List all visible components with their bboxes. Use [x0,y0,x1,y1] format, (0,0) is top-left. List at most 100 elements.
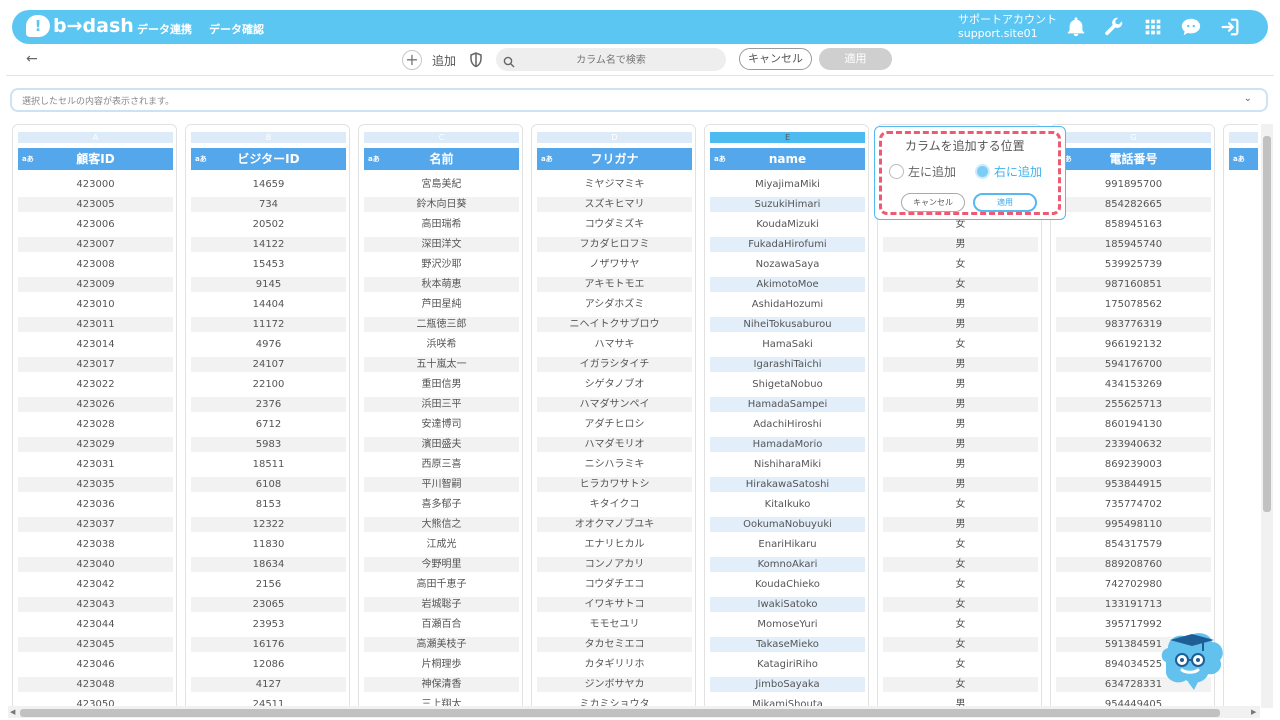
table-cell[interactable]: 男 [883,477,1038,492]
table-cell[interactable]: コウダミズキ [537,217,692,232]
table-cell[interactable]: 16176 [191,637,346,652]
table-cell[interactable]: 江成光 [364,537,519,552]
table-cell[interactable]: ノザワサヤ [537,257,692,272]
table-cell[interactable]: 175078562 [1056,297,1211,312]
mascot-helper-icon[interactable] [1158,626,1228,692]
table-cell[interactable]: 423040 [18,557,173,572]
table-cell[interactable]: タカセミエコ [537,637,692,652]
column-search-box[interactable] [496,48,726,72]
table-cell[interactable]: コンノアカリ [537,557,692,572]
table-cell[interactable]: カタギリリホ [537,657,692,672]
table-cell[interactable]: IwakiSatoko [710,597,865,612]
table-cell[interactable]: HamaSaki [710,337,865,352]
table-cell[interactable]: イワキサトコ [537,597,692,612]
table-cell[interactable]: 734 [191,197,346,212]
table-cell[interactable]: 423006 [18,217,173,232]
table-cell[interactable]: 423035 [18,477,173,492]
table-cell[interactable]: ハマダモリオ [537,437,692,452]
table-cell[interactable]: 15453 [191,257,346,272]
column-header[interactable]: aあ ビジターID [191,148,346,170]
table-cell[interactable]: 濱田盛夫 [364,437,519,452]
table-cell[interactable]: FukadaHirofumi [710,237,865,252]
table-cell[interactable]: 喜多郁子 [364,497,519,512]
table-cell[interactable]: 浜咲希 [364,337,519,352]
logout-icon[interactable] [1219,16,1241,38]
radio-dot-right[interactable] [975,164,990,179]
table-cell[interactable]: HirakawaSatoshi [710,477,865,492]
table-cell[interactable]: 423048 [18,677,173,692]
table-cell[interactable]: 423011 [18,317,173,332]
table-cell[interactable]: フカダヒロフミ [537,237,692,252]
table-cell[interactable]: 423000 [18,177,173,192]
table-cell[interactable]: ミヤジマミキ [537,177,692,192]
table-cell[interactable]: IgarashiTaichi [710,357,865,372]
table-cell[interactable]: 423010 [18,297,173,312]
table-cell[interactable]: 秋本萌恵 [364,277,519,292]
table-cell[interactable]: 宮島美紀 [364,177,519,192]
table-cell[interactable]: MiyajimaMiki [710,177,865,192]
table-cell[interactable]: イガラシタイチ [537,357,692,372]
toolbar-apply-button[interactable]: 適用 [819,48,892,70]
table-cell[interactable]: 4127 [191,677,346,692]
column-letter[interactable]: D [537,132,692,143]
table-cell[interactable]: KitaIkuko [710,497,865,512]
table-cell[interactable]: 重田信男 [364,377,519,392]
table-cell[interactable]: 男 [883,297,1038,312]
bell-icon[interactable] [1065,16,1087,38]
table-cell[interactable]: 平川智嗣 [364,477,519,492]
table-cell[interactable]: 423009 [18,277,173,292]
table-cell[interactable]: 鈴木向日葵 [364,197,519,212]
table-cell[interactable]: 742702980 [1056,577,1211,592]
radio-add-right[interactable]: 右に追加 [975,163,1042,180]
table-cell[interactable]: OokumaNobuyuki [710,517,865,532]
table-cell[interactable]: 8153 [191,497,346,512]
nav-data-integration[interactable]: データ連携 [137,21,192,37]
table-cell[interactable]: 2156 [191,577,346,592]
table-cell[interactable]: 18634 [191,557,346,572]
radio-dot-left[interactable] [889,164,904,179]
table-cell[interactable]: 男 [883,317,1038,332]
table-cell[interactable]: 11172 [191,317,346,332]
table-cell[interactable]: AkimotoMoe [710,277,865,292]
column-letter[interactable]: B [191,132,346,143]
table-cell[interactable]: アダチヒロシ [537,417,692,432]
table-cell[interactable]: 男 [883,437,1038,452]
bdash-logo[interactable]: ! b→dash [26,15,134,37]
table-cell[interactable]: キタイクコ [537,497,692,512]
table-cell[interactable]: 854282665 [1056,197,1211,212]
table-cell[interactable]: 大熊信之 [364,517,519,532]
table-cell[interactable]: 995498110 [1056,517,1211,532]
table-cell[interactable]: 423014 [18,337,173,352]
add-column-label[interactable]: 追加 [432,52,456,69]
table-cell[interactable]: 深田洋文 [364,237,519,252]
table-cell[interactable]: 423029 [18,437,173,452]
table-cell[interactable]: ハマダサンペイ [537,397,692,412]
table-cell[interactable]: 西原三喜 [364,457,519,472]
table-cell[interactable]: 14404 [191,297,346,312]
table-cell[interactable]: 423031 [18,457,173,472]
table-cell[interactable]: KatagiriRiho [710,657,865,672]
table-cell[interactable]: 133191713 [1056,597,1211,612]
table-cell[interactable]: 百瀬百合 [364,617,519,632]
popup-apply-button[interactable]: 適用 [973,193,1037,212]
table-cell[interactable]: TakaseMieko [710,637,865,652]
column-letter[interactable]: C [364,132,519,143]
table-cell[interactable]: 255625713 [1056,397,1211,412]
table-cell[interactable]: 24107 [191,357,346,372]
table-cell[interactable]: 233940632 [1056,437,1211,452]
chevron-down-icon[interactable]: ⌄ [1244,93,1252,104]
table-cell[interactable]: 二瓶徳三郎 [364,317,519,332]
table-cell[interactable]: 女 [883,557,1038,572]
table-cell[interactable]: 神保清香 [364,677,519,692]
cell-content-bar[interactable]: 選択したセルの内容が表示されます。 ⌄ [10,88,1268,112]
table-cell[interactable]: 高田瑞希 [364,217,519,232]
table-cell[interactable]: 高瀬美枝子 [364,637,519,652]
shield-icon[interactable] [469,52,483,68]
table-cell[interactable]: ニシハラミキ [537,457,692,472]
table-cell[interactable]: ニヘイトクサブロウ [537,317,692,332]
table-cell[interactable]: 423046 [18,657,173,672]
column-header[interactable]: aあ フリガナ [537,148,692,170]
table-cell[interactable]: 987160851 [1056,277,1211,292]
vertical-scroll-thumb[interactable] [1263,136,1271,512]
column-letter[interactable]: E [710,132,865,143]
